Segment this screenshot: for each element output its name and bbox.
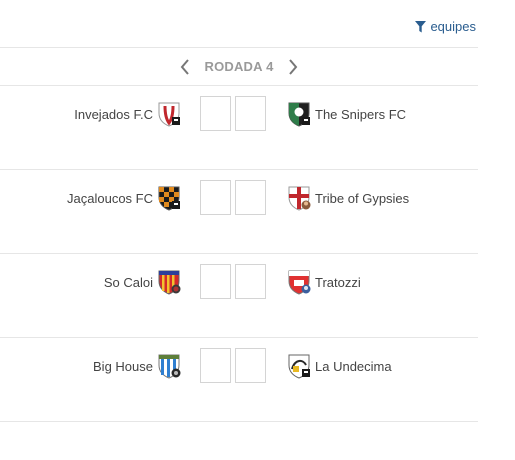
match-row: So Caloi Tratozzi <box>0 253 478 337</box>
black-orange-checkered-shield-icon <box>158 186 180 211</box>
blue-white-striped-shield-icon <box>158 354 181 379</box>
home-team[interactable]: Big House <box>93 353 182 379</box>
away-team-name: La Undecima <box>315 358 392 374</box>
top-bar: equipes <box>0 0 478 47</box>
away-team[interactable]: La Undecima <box>286 353 392 379</box>
white-black-yellow-shield-icon <box>288 354 310 379</box>
home-team-name: Jaçaloucos FC <box>67 190 153 206</box>
match-row: Big House La Undecima <box>0 337 478 421</box>
home-score-input[interactable] <box>200 96 231 131</box>
match-row: Jaçaloucos FC Tribe of Gypsies <box>0 169 478 253</box>
home-team[interactable]: So Caloi <box>104 269 182 295</box>
home-team-name: Invejados F.C <box>74 106 153 122</box>
teams-filter-link[interactable]: equipes <box>415 19 476 34</box>
red-white-shield-icon <box>158 102 180 127</box>
home-team-name: Big House <box>93 358 153 374</box>
match-row: Invejados F.C The Snipers FC <box>0 85 478 169</box>
chevron-left-icon <box>181 58 190 75</box>
away-team-name: Tribe of Gypsies <box>315 190 410 206</box>
away-score-input[interactable] <box>235 264 266 299</box>
white-red-cross-shield-icon <box>288 186 311 211</box>
red-white-shield-icon <box>288 270 311 295</box>
home-score-input[interactable] <box>200 264 231 299</box>
home-team-name: So Caloi <box>103 274 153 290</box>
home-team[interactable]: Invejados F.C <box>74 101 182 127</box>
previous-round-button[interactable] <box>174 56 196 78</box>
divider <box>0 421 478 422</box>
home-team[interactable]: Jaçaloucos FC <box>67 185 182 211</box>
round-navigator: RODADA 4 <box>0 48 478 85</box>
away-team-name: The Snipers FC <box>315 106 407 122</box>
next-round-button[interactable] <box>282 56 304 78</box>
away-team-name: Tratozzi <box>315 274 361 290</box>
away-score-input[interactable] <box>235 180 266 215</box>
teams-filter-label: equipes <box>430 19 476 34</box>
black-green-shield-icon <box>288 102 310 127</box>
away-score-input[interactable] <box>235 96 266 131</box>
home-score-input[interactable] <box>200 348 231 383</box>
red-yellow-striped-shield-icon <box>158 270 181 295</box>
away-team[interactable]: Tratozzi <box>286 269 361 295</box>
away-team[interactable]: The Snipers FC <box>286 101 406 127</box>
away-team[interactable]: Tribe of Gypsies <box>286 185 409 211</box>
away-score-input[interactable] <box>235 348 266 383</box>
chevron-right-icon <box>288 58 297 75</box>
filter-icon <box>415 20 427 33</box>
home-score-input[interactable] <box>200 180 231 215</box>
round-label: RODADA 4 <box>204 59 274 74</box>
